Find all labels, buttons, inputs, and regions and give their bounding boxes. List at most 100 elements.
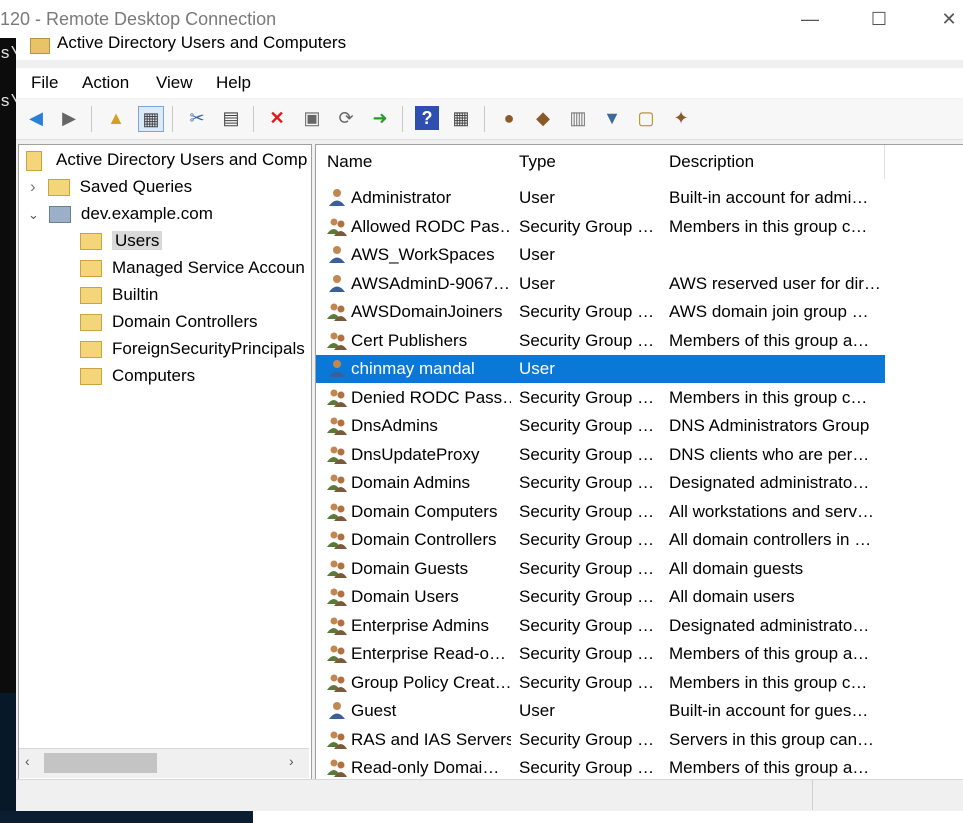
user-icon: [329, 702, 345, 719]
new-user-icon[interactable]: ●: [497, 106, 521, 130]
group-icon: [327, 674, 347, 692]
chevron-down-icon[interactable]: ⌄: [28, 207, 39, 222]
folder-icon: [80, 341, 102, 359]
tree-item-foreign-security-principals[interactable]: ForeignSecurityPrincipals: [80, 339, 305, 365]
list-row[interactable]: Read-only Domai… Security Group … Members …: [316, 754, 885, 782]
cell-name: Domain Users: [351, 587, 459, 606]
status-bar: [16, 779, 963, 812]
list-row[interactable]: Administrator User Built-in account for ad…: [316, 184, 885, 212]
show-console-tree-icon[interactable]: ▦: [138, 106, 164, 132]
list-row[interactable]: Domain Controllers Security Group … All do…: [316, 526, 885, 554]
forward-arrow-icon[interactable]: ▶: [57, 106, 81, 130]
tree-item-managed-service-accounts[interactable]: Managed Service Accoun: [80, 258, 305, 284]
chevron-right-icon[interactable]: ›: [30, 177, 36, 196]
tree-item-users[interactable]: Users: [80, 231, 163, 257]
cell-name: DnsAdmins: [351, 416, 438, 435]
cell-name: Administrator: [351, 188, 452, 207]
cell-type: Security Group …: [519, 501, 655, 521]
cell-name: Group Policy Creat…: [351, 672, 511, 692]
cell-type: Security Group …: [519, 558, 655, 578]
cell-type: Security Group …: [519, 758, 655, 777]
list-row[interactable]: DnsUpdateProxy Security Group … DNS client…: [316, 441, 885, 469]
list-row[interactable]: Cert Publishers Security Group … Members o…: [316, 327, 885, 355]
folder-icon: [30, 38, 50, 54]
cell-type: Security Group …: [519, 672, 655, 692]
tree-root[interactable]: Active Directory Users and Comp: [26, 150, 307, 176]
list-row[interactable]: Domain Users Security Group … All domain u…: [316, 583, 885, 611]
cell-description: Members in this group c…: [669, 672, 868, 692]
list-row[interactable]: Allowed RODC Pas… Security Group … Members…: [316, 213, 885, 241]
cell-description: Servers in this group can…: [669, 729, 875, 749]
tree-item-domain-controllers[interactable]: Domain Controllers: [80, 312, 258, 338]
up-folder-icon[interactable]: ▲: [104, 106, 128, 130]
tree-item-saved-queries[interactable]: › Saved Queries: [30, 177, 192, 203]
list-row[interactable]: Domain Guests Security Group … All domain …: [316, 555, 885, 583]
help-icon[interactable]: ?: [415, 106, 439, 130]
export-list-icon[interactable]: ➜: [368, 106, 392, 130]
menu-view[interactable]: View: [156, 73, 193, 93]
scrollbar-thumb[interactable]: [44, 753, 157, 773]
back-arrow-icon[interactable]: ◀: [24, 106, 48, 130]
tree-item-domain[interactable]: ⌄ dev.example.com: [28, 204, 213, 230]
add-to-group-icon[interactable]: ✦: [669, 106, 693, 130]
paste-icon[interactable]: ▤: [219, 106, 243, 130]
folder-icon: [80, 287, 102, 305]
console-tree: [18, 144, 312, 780]
list-row[interactable]: Enterprise Admins Security Group … Designa…: [316, 612, 885, 640]
close-button[interactable]: ✕: [934, 6, 963, 32]
list-row[interactable]: Domain Admins Security Group … Designated …: [316, 469, 885, 497]
list-row[interactable]: AWSDomainJoiners Security Group … AWS doma…: [316, 298, 885, 326]
new-ou-icon[interactable]: ▥: [566, 106, 590, 130]
cell-name: Guest: [351, 701, 397, 720]
domain-icon: [48, 206, 71, 224]
cut-icon[interactable]: ✂: [185, 106, 209, 130]
tree-item-computers[interactable]: Computers: [80, 366, 195, 392]
list-row[interactable]: Guest User Built-in account for gues…: [316, 697, 885, 725]
menu-file[interactable]: File: [31, 73, 58, 93]
delete-icon[interactable]: ✕: [265, 106, 289, 130]
tree-item-label: Users: [112, 231, 163, 250]
filter-icon[interactable]: ▼: [600, 106, 624, 130]
find-icon[interactable]: ▢: [634, 106, 658, 130]
group-icon: [327, 731, 347, 749]
refresh-icon[interactable]: ⟳: [334, 106, 358, 130]
maximize-button[interactable]: ☐: [864, 6, 894, 32]
mmc-title: Active Directory Users and Computers: [57, 33, 347, 52]
ou-folder-icon: [80, 314, 102, 332]
menu-action[interactable]: Action: [82, 73, 129, 93]
minimize-button[interactable]: —: [795, 6, 825, 32]
desktop-background: [0, 693, 16, 823]
column-header-type[interactable]: Type: [508, 145, 659, 179]
new-group-icon[interactable]: ◆: [531, 106, 555, 130]
list-row[interactable]: AWSAdminD-9067… User AWS reserved user for…: [316, 270, 885, 298]
column-header-name[interactable]: Name: [316, 145, 510, 179]
tree-item-builtin[interactable]: Builtin: [80, 285, 158, 311]
cell-name: Enterprise Admins: [351, 615, 489, 635]
list-row[interactable]: Denied RODC Pass… Security Group … Members…: [316, 384, 885, 412]
list-row[interactable]: AWS_WorkSpaces User: [316, 241, 885, 269]
scroll-left-icon[interactable]: ‹: [25, 753, 30, 769]
cell-description: AWS reserved user for dir…: [669, 273, 881, 293]
group-icon: [327, 389, 347, 407]
taskbar-fragment: [0, 811, 253, 823]
group-icon: [327, 560, 347, 578]
properties-icon[interactable]: ▣: [300, 106, 324, 130]
menu-help[interactable]: Help: [216, 73, 251, 93]
group-icon: [327, 531, 347, 549]
group-icon: [327, 474, 347, 492]
cell-type: Security Group …: [519, 330, 655, 350]
list-row[interactable]: RAS and IAS Servers Security Group … Serve…: [316, 726, 885, 754]
cell-type: Security Group …: [519, 216, 655, 236]
list-row[interactable]: chinmay mandal User: [316, 355, 885, 383]
list-row[interactable]: Domain Computers Security Group … All work…: [316, 498, 885, 526]
action-pane-icon[interactable]: ▦: [449, 106, 473, 130]
folder-icon: [80, 233, 102, 251]
list-row[interactable]: DnsAdmins Security Group … DNS Administrat…: [316, 412, 885, 440]
cell-name: AWSAdminD-9067…: [351, 273, 511, 293]
scroll-right-icon[interactable]: ›: [289, 753, 294, 769]
cell-type: Security Group …: [519, 729, 655, 749]
cell-type: Security Group …: [519, 615, 655, 635]
list-row[interactable]: Group Policy Creat… Security Group … Membe…: [316, 669, 885, 697]
column-header-description[interactable]: Description: [658, 145, 885, 179]
list-row[interactable]: Enterprise Read-o… Security Group … Member…: [316, 640, 885, 668]
